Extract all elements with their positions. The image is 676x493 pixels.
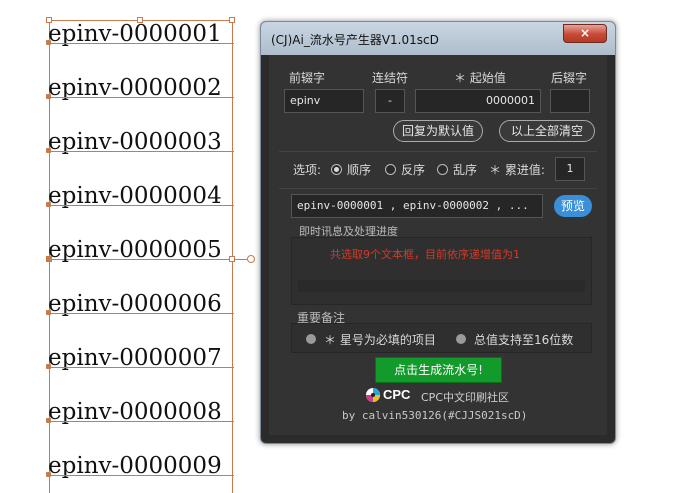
progress-message: 共选取9个文本框，目前依序递增值为1 xyxy=(330,248,520,261)
text-anchor xyxy=(46,472,51,477)
suffix-input[interactable] xyxy=(550,89,590,113)
order-desc-label[interactable]: 反序 xyxy=(401,161,425,178)
note-required: ＊ 星号为必填的项目 xyxy=(324,333,436,347)
suffix-label: 后辍字 xyxy=(551,71,588,85)
bullet-icon xyxy=(456,334,466,344)
text-baseline xyxy=(48,313,234,314)
preview-button[interactable]: 预览 xyxy=(554,195,592,217)
text-baseline xyxy=(48,97,234,98)
cpc-logo: CPC xyxy=(365,387,410,407)
start-value-input[interactable]: 0000001 xyxy=(415,89,541,113)
serial-generator-window: (CJ)Ai_流水号产生器V1.01scD × 前辍字 连结符 ＊ 起始值 后辍… xyxy=(260,21,616,444)
start-value-label: ＊ 起始值 xyxy=(454,71,506,85)
progress-panel: 共选取9个文本框，目前依序递增值为1 xyxy=(291,237,592,305)
text-baseline xyxy=(48,151,234,152)
bullet-icon xyxy=(306,334,316,344)
cpc-logo-text: CPC xyxy=(383,387,411,402)
preview-output[interactable]: epinv-0000001 , epinv-0000002 , ... xyxy=(291,194,543,218)
step-label: ＊ 累进值: xyxy=(489,163,545,177)
text-anchor xyxy=(46,40,51,45)
notes-panel: ＊ 星号为必填的项目 总值支持至16位数 xyxy=(291,323,592,353)
text-anchor xyxy=(46,94,51,99)
rotate-handle[interactable] xyxy=(247,255,255,263)
prefix-label: 前辍字 xyxy=(289,71,326,85)
connector-label: 连结符 xyxy=(372,71,409,85)
text-anchor xyxy=(46,418,51,423)
clear-all-button[interactable]: 以上全部清空 xyxy=(499,120,595,142)
prefix-input[interactable]: epinv xyxy=(284,89,364,113)
order-random-radio[interactable] xyxy=(437,164,448,175)
text-baseline xyxy=(48,205,234,206)
document-canvas[interactable]: epinv-0000001 epinv-0000002 epinv-000000… xyxy=(0,0,260,493)
text-baseline xyxy=(48,421,234,422)
close-button[interactable]: × xyxy=(563,24,607,43)
step-input[interactable]: 1 xyxy=(555,157,585,181)
order-asc-radio[interactable] xyxy=(331,164,342,175)
options-label: 选项: xyxy=(293,163,322,177)
order-desc-radio[interactable] xyxy=(385,164,396,175)
text-baseline xyxy=(48,367,234,368)
reset-default-button[interactable]: 回复为默认值 xyxy=(393,120,483,142)
text-anchor xyxy=(46,310,51,315)
connector-input[interactable]: - xyxy=(375,89,405,113)
text-anchor xyxy=(46,202,51,207)
generate-button[interactable]: 点击生成流水号! xyxy=(375,357,502,383)
divider xyxy=(279,188,597,189)
author-credit: by calvin530126(#CJJS021scD) xyxy=(342,409,528,422)
cpc-logo-icon xyxy=(366,388,380,402)
text-anchor xyxy=(46,364,51,369)
window-title: (CJ)Ai_流水号产生器V1.01scD xyxy=(271,33,439,47)
order-random-label[interactable]: 乱序 xyxy=(453,161,477,178)
text-anchor xyxy=(46,148,51,153)
text-baseline xyxy=(48,43,234,44)
selection-handle-top-right[interactable] xyxy=(229,17,235,23)
text-frame-5[interactable]: epinv-0000005 xyxy=(48,237,222,263)
selection-edge xyxy=(232,260,233,493)
text-baseline xyxy=(48,475,234,476)
window-titlebar[interactable]: (CJ)Ai_流水号产生器V1.01scD × xyxy=(261,22,615,55)
divider xyxy=(279,151,597,152)
community-name: CPC中文印刷社区 xyxy=(421,391,509,404)
note-max-digits: 总值支持至16位数 xyxy=(474,333,574,347)
text-anchor xyxy=(46,256,51,261)
generator-panel: 前辍字 连结符 ＊ 起始值 后辍字 epinv - 0000001 回复为默认值… xyxy=(269,55,607,435)
order-asc-label[interactable]: 顺序 xyxy=(347,161,371,178)
close-icon: × xyxy=(579,26,591,40)
progress-bar xyxy=(298,280,585,292)
